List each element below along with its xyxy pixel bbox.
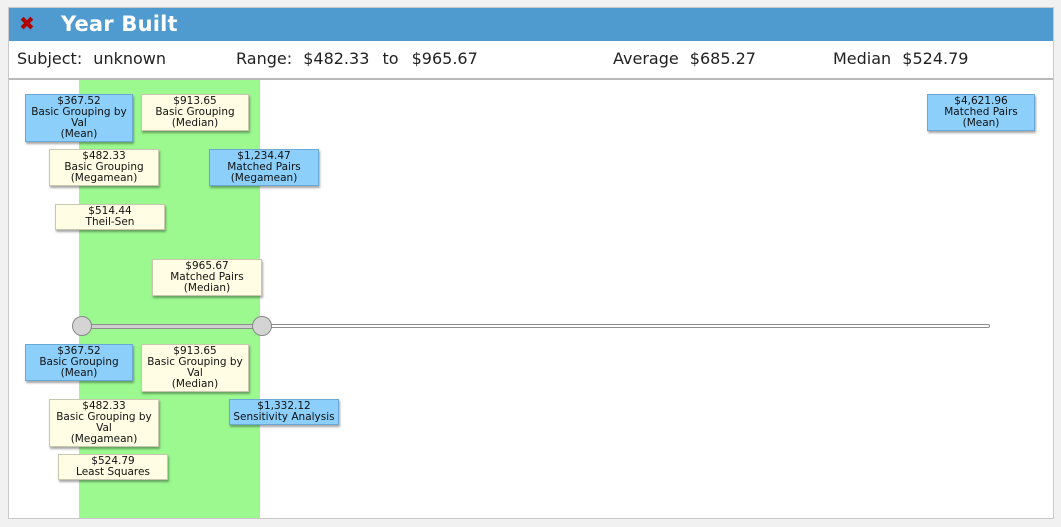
close-icon[interactable]: ✖ [16, 13, 38, 35]
tag-stat: (Mean) [60, 367, 98, 379]
tag-stat: (Megamean) [70, 172, 138, 184]
estimate-tag[interactable]: $514.44 Theil-Sen [55, 204, 165, 230]
range-high: $965.67 [411, 49, 478, 68]
median-value: $524.79 [902, 49, 969, 68]
estimate-tag[interactable]: $1,234.47 Matched Pairs (Megamean) [209, 149, 319, 186]
tag-label: Sensitivity Analysis [233, 411, 335, 423]
average-info: Average $685.27 [613, 49, 756, 68]
tag-stat: (Median) [183, 282, 231, 294]
range-slider-low-handle[interactable] [72, 316, 92, 336]
tag-stat: (Median) [171, 117, 219, 129]
tag-stat: (Megamean) [230, 172, 298, 184]
value-plot: $367.52 Basic Grouping by Val (Mean) $91… [9, 80, 1053, 518]
tag-stat: (Megamean) [70, 433, 138, 445]
average-value: $685.27 [689, 49, 756, 68]
subject-label: Subject: [17, 49, 83, 68]
title-bar: ✖ Year Built [9, 8, 1053, 41]
estimate-tag[interactable]: $524.79 Least Squares [58, 454, 168, 480]
tag-label: Theil-Sen [85, 216, 135, 228]
panel-title: Year Built [61, 12, 178, 36]
range-slider-high-handle[interactable] [252, 316, 272, 336]
subject-info: Subject: unknown [17, 49, 166, 68]
tag-stat: (Mean) [60, 128, 98, 140]
tag-stat: (Median) [171, 378, 219, 390]
estimate-tag[interactable]: $913.65 Basic Grouping (Median) [141, 94, 249, 131]
range-to: to [382, 49, 399, 68]
estimate-tag[interactable]: $482.33 Basic Grouping by Val (Megamean) [49, 399, 159, 447]
subject-value: unknown [93, 49, 166, 68]
estimate-tag[interactable]: $965.67 Matched Pairs (Median) [152, 259, 262, 296]
tag-label: Basic Grouping by Val [31, 106, 127, 129]
summary-bar: Subject: unknown Range: $482.33 to $965.… [9, 41, 1053, 80]
estimate-tag[interactable]: $367.52 Basic Grouping by Val (Mean) [25, 94, 133, 142]
tag-label: Basic Grouping by Val [147, 356, 243, 379]
range-slider-selection [82, 324, 262, 329]
tag-stat: (Mean) [962, 117, 1000, 129]
estimate-tag[interactable]: $1,332.12 Sensitivity Analysis [229, 399, 339, 425]
year-built-panel: ✖ Year Built Subject: unknown Range: $48… [8, 7, 1054, 519]
median-label: Median [833, 49, 892, 68]
range-label: Range: [236, 49, 293, 68]
range-info: Range: $482.33 to $965.67 [236, 49, 478, 68]
tag-label: Basic Grouping by Val [56, 411, 152, 434]
median-info: Median $524.79 [833, 49, 968, 68]
estimate-tag[interactable]: $4,621.96 Matched Pairs (Mean) [927, 94, 1035, 131]
average-label: Average [613, 49, 679, 68]
estimate-tag[interactable]: $482.33 Basic Grouping (Megamean) [49, 149, 159, 186]
tag-label: Least Squares [76, 466, 150, 478]
estimate-tag[interactable]: $367.52 Basic Grouping (Mean) [25, 344, 133, 381]
estimate-tag[interactable]: $913.65 Basic Grouping by Val (Median) [141, 344, 249, 392]
range-low: $482.33 [303, 49, 370, 68]
